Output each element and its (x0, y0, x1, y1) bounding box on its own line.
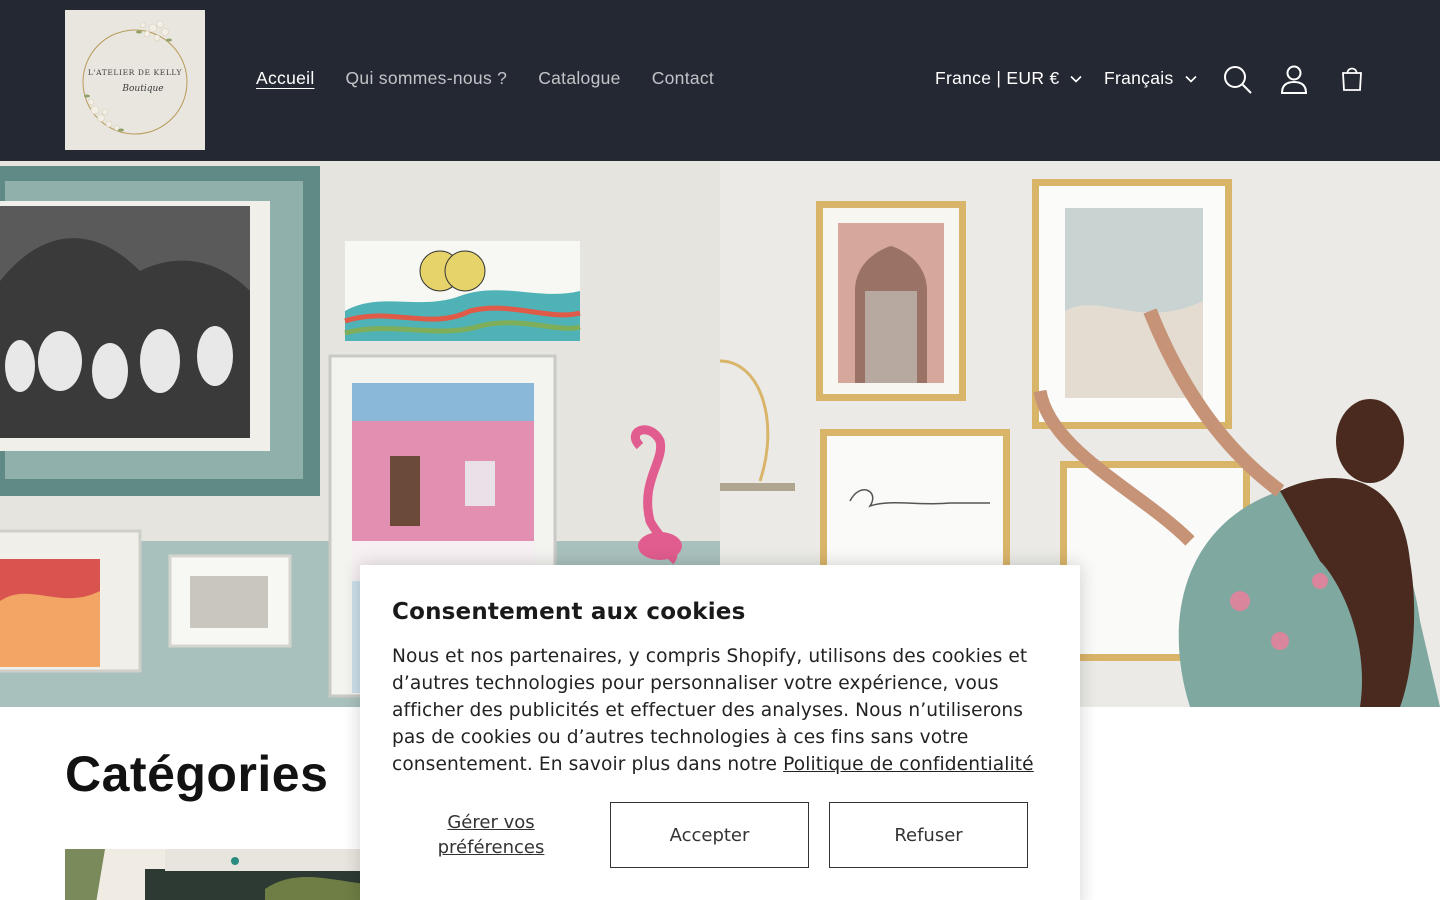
store-logo[interactable]: L'ATELIER DE KELLY Boutique (65, 10, 205, 150)
main-nav: Accueil Qui sommes-nous ? Catalogue Cont… (256, 68, 745, 89)
chevron-down-icon (1184, 75, 1197, 83)
nav-item-qui-sommes-nous[interactable]: Qui sommes-nous ? (346, 68, 508, 89)
logo-subtitle: Boutique (122, 84, 164, 94)
site-header: L'ATELIER DE KELLY Boutique Accueil Qui … (0, 0, 1440, 161)
nav-item-accueil[interactable]: Accueil (256, 68, 315, 89)
cookie-body: Nous et nos partenaires, y compris Shopi… (392, 643, 1057, 778)
language-label: Français (1104, 68, 1174, 88)
cookie-title: Consentement aux cookies (392, 599, 746, 625)
nav-item-contact[interactable]: Contact (652, 68, 714, 89)
cookie-consent-dialog: Consentement aux cookies Nous et nos par… (360, 565, 1080, 900)
logo-wreath-icon (65, 10, 205, 150)
accept-button[interactable]: Accepter (610, 802, 809, 868)
cart-icon[interactable] (1335, 62, 1369, 96)
country-currency-selector[interactable]: France | EUR € (935, 68, 1083, 89)
account-icon[interactable] (1277, 62, 1311, 96)
refuse-button[interactable]: Refuser (829, 802, 1028, 868)
chevron-down-icon (1070, 75, 1083, 83)
logo-title: L'ATELIER DE KELLY (87, 68, 183, 77)
category-card[interactable] (65, 849, 365, 900)
search-icon[interactable] (1220, 62, 1254, 96)
manage-preferences-button[interactable]: Gérer vos préférences (392, 802, 590, 868)
category-image (65, 849, 365, 900)
categories-heading: Catégories (65, 746, 329, 802)
nav-item-catalogue[interactable]: Catalogue (538, 68, 620, 89)
language-selector[interactable]: Français (1104, 68, 1198, 89)
privacy-policy-link[interactable]: Politique de confidentialité (783, 754, 1034, 775)
country-currency-label: France | EUR € (935, 68, 1060, 88)
